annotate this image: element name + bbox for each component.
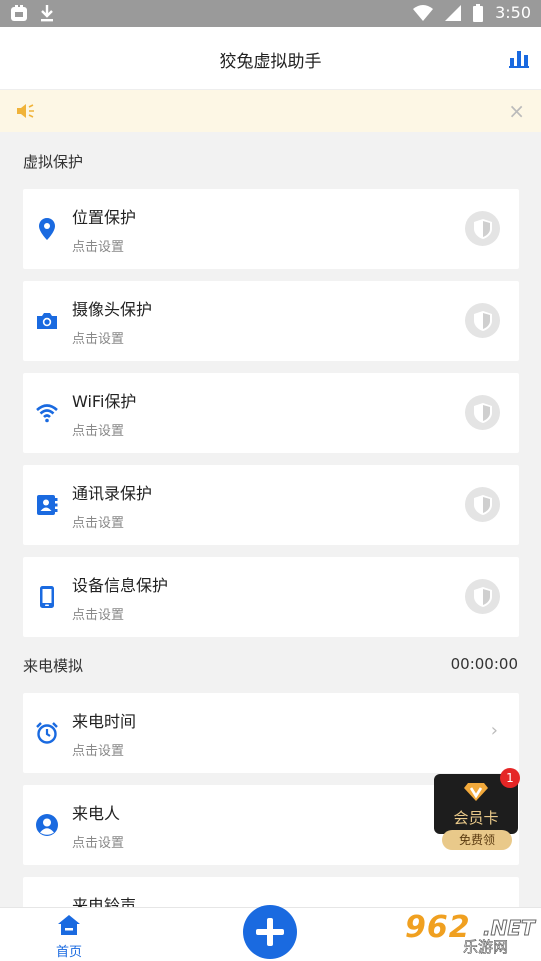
item-label: 设备信息保护: [72, 576, 169, 595]
call-item-time[interactable]: 来电时间 点击设置 ›: [23, 693, 519, 773]
battery-icon: [473, 3, 484, 22]
item-subtitle: 点击设置: [72, 240, 125, 255]
protect-item-camera[interactable]: 摄像头保护 点击设置: [23, 281, 519, 361]
section-title-virtual-protect: 虚拟保护: [23, 153, 84, 171]
watermark-number: 962: [405, 910, 471, 945]
shield-toggle[interactable]: [465, 303, 500, 338]
call-timer: 00:00:00: [450, 655, 518, 673]
speaker-icon: [17, 104, 34, 118]
protect-item-contacts[interactable]: 通讯录保护 点击设置: [23, 465, 519, 545]
bar-chart-icon[interactable]: [509, 48, 529, 68]
vip-card-float[interactable]: 会员卡 免费领 1: [434, 768, 520, 852]
protect-item-location[interactable]: 位置保护 点击设置: [23, 189, 519, 269]
item-subtitle: 点击设置: [72, 608, 125, 623]
protect-item-wifi[interactable]: WiFi保护 点击设置: [23, 373, 519, 453]
phone-icon: [40, 586, 54, 608]
item-subtitle: 点击设置: [72, 836, 125, 851]
person-icon: [36, 814, 58, 836]
item-subtitle: 点击设置: [72, 424, 125, 439]
alarm-clock-icon: [36, 722, 58, 744]
home-icon: [58, 915, 80, 935]
shield-toggle[interactable]: [465, 395, 500, 430]
location-pin-icon: [39, 218, 55, 240]
notification-badge: 1: [500, 768, 520, 788]
diamond-v-icon: [464, 783, 488, 801]
download-icon: [41, 5, 53, 22]
shield-icon: [474, 219, 492, 239]
item-label: 摄像头保护: [72, 300, 153, 319]
app-bar: 狡兔虚拟助手: [0, 27, 541, 90]
add-button[interactable]: [243, 905, 297, 959]
vip-free-button[interactable]: 免费领: [442, 830, 512, 850]
section-title-call-sim: 来电模拟: [23, 657, 84, 675]
shield-icon: [474, 311, 492, 331]
page-title: 狡兔虚拟助手: [219, 52, 322, 72]
shield-icon: [474, 495, 492, 515]
camera-icon: [37, 313, 57, 329]
status-time: 3:50: [495, 3, 531, 22]
item-subtitle: 点击设置: [72, 332, 125, 347]
shield-toggle[interactable]: [465, 211, 500, 246]
shield-toggle[interactable]: [465, 487, 500, 522]
cell-signal-icon: [445, 4, 462, 21]
shield-toggle[interactable]: [465, 579, 500, 614]
protect-item-device-info[interactable]: 设备信息保护 点击设置: [23, 557, 519, 637]
status-bar: 3:50: [0, 0, 541, 27]
contacts-icon: [37, 495, 58, 515]
item-label: WiFi保护: [72, 392, 137, 411]
tab-home[interactable]: 首页: [44, 914, 94, 960]
wifi-signal-icon: [413, 4, 434, 21]
watermark-site: 乐游网: [463, 938, 509, 957]
item-subtitle: 点击设置: [72, 516, 125, 531]
chevron-right-icon: ›: [490, 720, 498, 741]
tab-home-label: 首页: [55, 945, 82, 960]
wifi-icon: [36, 404, 58, 423]
item-label: 来电人: [72, 804, 121, 823]
shield-icon: [474, 403, 492, 423]
shield-icon: [474, 587, 492, 607]
app-notification-icon: [11, 5, 27, 21]
item-label: 通讯录保护: [72, 484, 153, 503]
item-label: 来电时间: [72, 712, 137, 731]
vip-card-label: 会员卡: [453, 809, 499, 827]
item-label: 位置保护: [72, 208, 137, 227]
notice-bar: ×: [0, 90, 541, 132]
close-icon[interactable]: ×: [508, 99, 525, 123]
site-watermark: 962 .NET 乐游网: [405, 910, 535, 958]
item-subtitle: 点击设置: [72, 744, 125, 759]
